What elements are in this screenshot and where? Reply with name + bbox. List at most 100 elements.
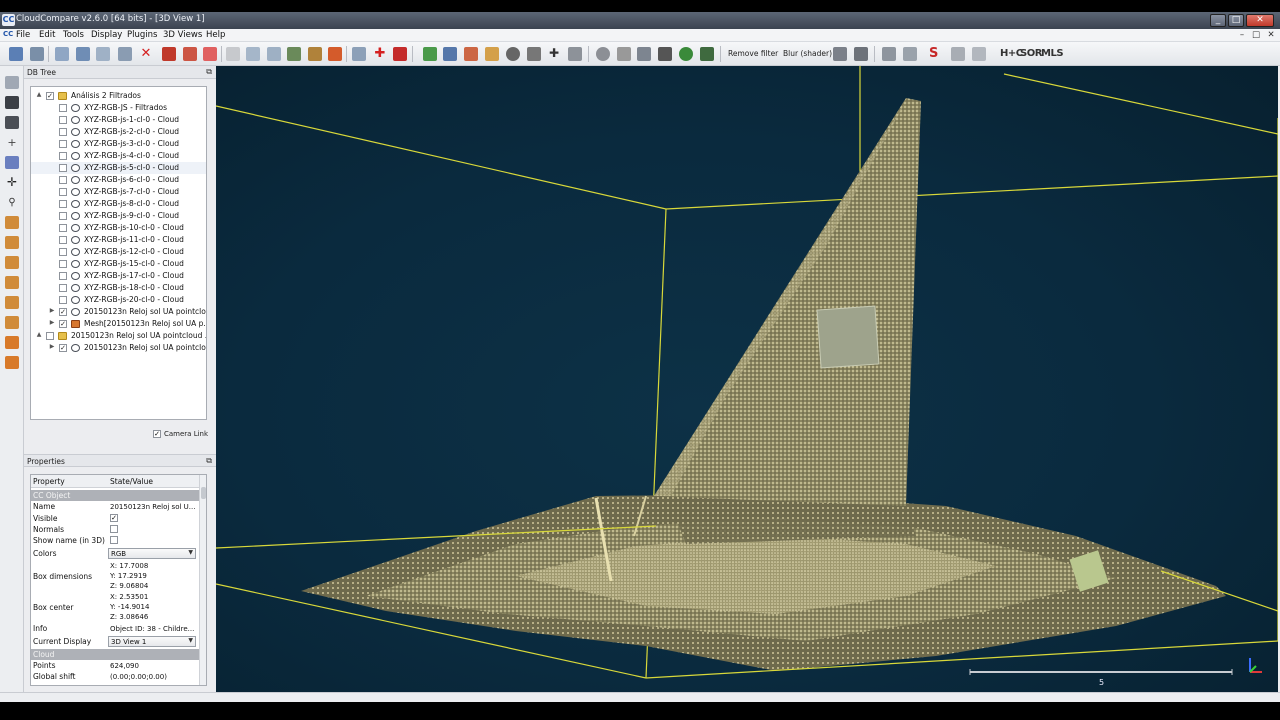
- tree-item[interactable]: XYZ-RGB-js-20-cl-0 - Cloud: [31, 294, 206, 306]
- tree-item[interactable]: XYZ-RGB-js-1-cl-0 - Cloud: [31, 114, 206, 126]
- subsample-icon[interactable]: [183, 47, 197, 61]
- tree-item[interactable]: XYZ-RGB-js-8-cl-0 - Cloud: [31, 198, 206, 210]
- qpcl-icon[interactable]: [596, 47, 610, 61]
- colors-select[interactable]: RGB ▼: [108, 548, 196, 559]
- iso-view-1-icon[interactable]: [5, 336, 19, 349]
- sample-points-icon[interactable]: [96, 47, 110, 61]
- tree-item-checkbox[interactable]: [59, 164, 67, 172]
- pencil-icon[interactable]: [5, 76, 19, 89]
- tree-item-checkbox[interactable]: [59, 188, 67, 196]
- menu-tools[interactable]: Tools: [63, 30, 84, 40]
- tree-item[interactable]: XYZ-RGB-js-12-cl-0 - Cloud: [31, 246, 206, 258]
- segment-icon[interactable]: [393, 47, 407, 61]
- delete-icon[interactable]: ✕: [139, 47, 153, 61]
- normal-orient-icon[interactable]: [287, 47, 301, 61]
- merge-icon[interactable]: [118, 47, 132, 61]
- open-file-icon[interactable]: [9, 47, 23, 61]
- mls-button[interactable]: MLS: [1041, 48, 1064, 59]
- tree-item-checkbox[interactable]: ✓: [59, 308, 67, 316]
- tree-item[interactable]: XYZ-RGB-js-15-cl-0 - Cloud: [31, 258, 206, 270]
- translate-rotate-icon[interactable]: [55, 47, 69, 61]
- add-sf-icon[interactable]: ✚: [547, 47, 561, 61]
- edit-icon[interactable]: [246, 47, 260, 61]
- name-value[interactable]: 20150123n Reloj sol U...: [110, 503, 195, 511]
- mdi-close-button[interactable]: ✕: [1266, 30, 1276, 40]
- left-view-icon[interactable]: [5, 256, 19, 269]
- tree-expand-icon[interactable]: ▶: [48, 307, 56, 314]
- align-icon[interactable]: ✚: [373, 47, 387, 61]
- remove-filter-button[interactable]: Remove filter: [728, 49, 778, 58]
- maximize-button[interactable]: □: [1228, 14, 1244, 27]
- 3d-view[interactable]: 5: [216, 66, 1278, 692]
- tree-item[interactable]: XYZ-RGB-JS - Filtrados: [31, 102, 206, 114]
- tree-item-checkbox[interactable]: [59, 176, 67, 184]
- sf-arithmetic-icon[interactable]: [527, 47, 541, 61]
- tree-item-checkbox[interactable]: [59, 248, 67, 256]
- ssao-shader-icon[interactable]: [833, 47, 847, 61]
- menu-plugins[interactable]: Plugins: [127, 30, 157, 40]
- tree-item-checkbox[interactable]: [59, 200, 67, 208]
- tree-item[interactable]: ▶ ✓ 20150123n Reloj sol UA pointclo...: [31, 306, 206, 318]
- tree-item-checkbox[interactable]: [59, 224, 67, 232]
- tree-item-checkbox[interactable]: [59, 284, 67, 292]
- zoom-icon[interactable]: ⚲: [5, 196, 19, 209]
- tree-expand-icon[interactable]: ▲: [35, 331, 43, 338]
- convert-icon[interactable]: [226, 47, 240, 61]
- tree-item-checkbox[interactable]: [59, 212, 67, 220]
- menu-3d-views[interactable]: 3D Views: [163, 30, 202, 40]
- tree-expand-icon[interactable]: ▶: [48, 343, 56, 350]
- tree-item[interactable]: ▲ ✓ Análisis 2 Filtrados: [31, 90, 206, 102]
- pivot-icon[interactable]: [5, 116, 19, 129]
- mdi-app-icon[interactable]: CC: [3, 30, 13, 38]
- back-view-icon[interactable]: [5, 276, 19, 289]
- blur-shader-button[interactable]: Blur (shader): [783, 49, 832, 58]
- point-picking-icon[interactable]: [352, 47, 366, 61]
- sf-filter-icon[interactable]: [485, 47, 499, 61]
- normals-checkbox[interactable]: [110, 525, 118, 533]
- iso-view-2-icon[interactable]: [5, 356, 19, 369]
- center-icon[interactable]: ✛: [5, 176, 19, 189]
- compute-normals-icon[interactable]: [203, 47, 217, 61]
- crosshair-icon[interactable]: +: [5, 136, 19, 149]
- tree-item[interactable]: XYZ-RGB-js-3-cl-0 - Cloud: [31, 138, 206, 150]
- tree-item[interactable]: XYZ-RGB-js-5-cl-0 - Cloud: [31, 162, 206, 174]
- db-tree-float-button[interactable]: ⧉: [206, 67, 212, 77]
- tree-item-checkbox[interactable]: [46, 332, 54, 340]
- qcanupo-icon[interactable]: [700, 47, 714, 61]
- sor-button[interactable]: SOR: [1020, 48, 1042, 59]
- qhpr-icon[interactable]: [617, 47, 631, 61]
- view-icon[interactable]: [882, 47, 896, 61]
- qpoisson-icon[interactable]: [679, 47, 693, 61]
- tree-item[interactable]: XYZ-RGB-js-10-cl-0 - Cloud: [31, 222, 206, 234]
- stereo-icon[interactable]: [903, 47, 917, 61]
- sf-gradient-icon[interactable]: [464, 47, 478, 61]
- octree-icon[interactable]: [308, 47, 322, 61]
- mdi-minimize-button[interactable]: –: [1237, 30, 1247, 40]
- db-tree[interactable]: ▲ ✓ Análisis 2 Filtrados XYZ-RGB-JS - Filtr…: [30, 86, 207, 420]
- qkinect-icon[interactable]: [658, 47, 672, 61]
- circle-icon[interactable]: [506, 47, 520, 61]
- tree-item[interactable]: XYZ-RGB-js-7-cl-0 - Cloud: [31, 186, 206, 198]
- list-icon[interactable]: [76, 47, 90, 61]
- close-button[interactable]: ✕: [1246, 14, 1274, 27]
- save-icon[interactable]: [30, 47, 44, 61]
- histogram-icon[interactable]: [423, 47, 437, 61]
- tree-item-checkbox[interactable]: ✓: [59, 320, 67, 328]
- mdi-restore-button[interactable]: □: [1251, 30, 1261, 40]
- menu-help[interactable]: Help: [206, 30, 225, 40]
- scrollbar-thumb[interactable]: [201, 487, 206, 499]
- tree-item-checkbox[interactable]: [59, 260, 67, 268]
- qranfda-icon[interactable]: [637, 47, 651, 61]
- scalar-field-icon[interactable]: [443, 47, 457, 61]
- tree-item[interactable]: XYZ-RGB-js-6-cl-0 - Cloud: [31, 174, 206, 186]
- front-view-icon[interactable]: [5, 236, 19, 249]
- tree-expand-icon[interactable]: ▶: [48, 319, 56, 326]
- menu-file[interactable]: File: [16, 30, 30, 40]
- visible-checkbox[interactable]: ✓: [110, 514, 118, 522]
- tree-item[interactable]: ▶ ✓ Mesh[20150123n Reloj sol UA p...: [31, 318, 206, 330]
- tree-item-checkbox[interactable]: [59, 104, 67, 112]
- snap-icon[interactable]: S: [929, 47, 943, 61]
- tree-item[interactable]: XYZ-RGB-js-17-cl-0 - Cloud: [31, 270, 206, 282]
- tree-item-checkbox[interactable]: [59, 128, 67, 136]
- tree-item-checkbox[interactable]: ✓: [59, 344, 67, 352]
